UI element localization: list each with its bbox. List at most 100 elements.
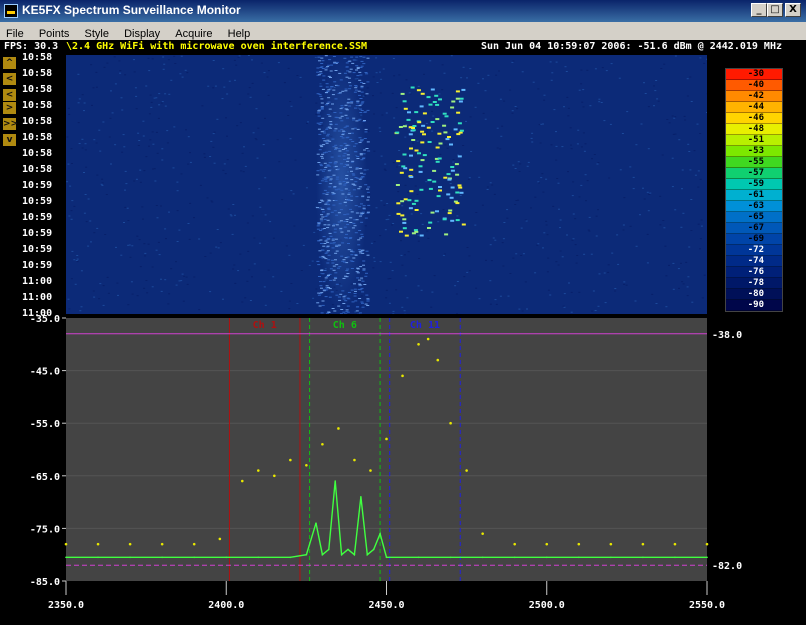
waterfall-band-trace [317, 56, 321, 58]
waterfall-noise [149, 94, 152, 96]
waterfall-noise [514, 106, 517, 107]
waterfall-time-label: 10:59 [22, 260, 53, 271]
waterfall-noise [487, 74, 490, 76]
waterfall-noise [455, 293, 458, 295]
live-trace-point [449, 556, 452, 559]
waterfall-band-trace [348, 82, 352, 84]
waterfall-noise [574, 244, 577, 246]
waterfall-noise [124, 206, 127, 208]
waterfall-noise [151, 58, 154, 60]
y-tick-label: -45.0 [30, 367, 60, 378]
step-forward-button[interactable]: > [3, 102, 16, 114]
waterfall-noise [595, 215, 598, 217]
waterfall-noise [587, 229, 590, 231]
waterfall-noise [209, 156, 212, 157]
waterfall-noise [623, 197, 626, 199]
page-back-button[interactable]: < [3, 73, 16, 85]
page-forward-button[interactable]: >> [3, 118, 18, 130]
waterfall-noise [379, 92, 382, 94]
waterfall-noise [521, 310, 524, 312]
waterfall-band-trace [367, 204, 371, 206]
waterfall-band-trace [333, 163, 337, 165]
microwave-burst [420, 159, 425, 162]
waterfall-noise [575, 262, 578, 264]
waterfall-noise [425, 131, 428, 133]
waterfall-noise [121, 109, 124, 111]
menu-display[interactable]: Display [120, 26, 164, 40]
x-tick-label: 2450.0 [368, 600, 404, 611]
waterfall-noise [100, 183, 103, 185]
waterfall-noise [642, 187, 644, 189]
waterfall-band-trace [359, 108, 363, 110]
waterfall-noise [165, 238, 167, 240]
waterfall-band-trace [345, 62, 349, 64]
microwave-burst [422, 112, 427, 115]
waterfall-band-trace [347, 292, 351, 293]
waterfall-band-trace [345, 237, 348, 239]
waterfall-noise [123, 222, 125, 223]
waterfall-band-trace [321, 60, 325, 62]
waterfall-band-trace [355, 219, 359, 221]
waterfall-band-trace [320, 180, 324, 182]
waterfall-band-trace [322, 236, 326, 238]
waterfall-noise [581, 101, 584, 103]
step-back-button[interactable]: < [3, 89, 16, 101]
waterfall-noise [674, 55, 677, 57]
maximize-button[interactable]: □ [767, 3, 783, 17]
waterfall-noise [95, 71, 98, 73]
waterfall-noise [168, 293, 171, 295]
waterfall-noise [425, 181, 428, 183]
spectrum-graph[interactable]: Ch 1 Ch 6 Ch 11 -35.0-45.0-55.0-65.0-75.0-… [0, 314, 806, 625]
waterfall-band-trace [349, 139, 353, 141]
waterfall-noise [308, 264, 311, 266]
microwave-burst [416, 89, 421, 92]
waterfall-band-trace [327, 224, 331, 226]
waterfall-noise [209, 291, 212, 293]
menu-points[interactable]: Points [35, 26, 74, 40]
waterfall-noise [603, 120, 606, 122]
microwave-burst [457, 184, 462, 187]
legend-level-label: -65 [726, 212, 782, 223]
menu-style[interactable]: Style [81, 26, 113, 40]
waterfall-noise [648, 194, 651, 195]
waterfall-noise [133, 180, 136, 182]
waterfall-noise [660, 68, 663, 69]
live-trace-point [340, 553, 343, 556]
waterfall-noise [160, 102, 163, 104]
minimize-button[interactable]: _ [751, 3, 767, 17]
waterfall-band-trace [350, 102, 354, 104]
waterfall-noise [576, 143, 579, 145]
waterfall-noise [393, 117, 396, 119]
waterfall-display[interactable] [66, 55, 707, 314]
waterfall-noise [131, 245, 134, 247]
waterfall-noise [671, 157, 674, 159]
waterfall-noise [142, 120, 145, 122]
waterfall-noise [75, 260, 78, 261]
scroll-bottom-button[interactable]: v [3, 134, 16, 146]
waterfall-noise [549, 294, 552, 296]
close-button[interactable]: X [785, 3, 801, 17]
waterfall-noise [389, 278, 392, 279]
menu-help[interactable]: Help [224, 26, 255, 40]
microwave-burst [399, 230, 403, 233]
waterfall-noise [288, 300, 291, 302]
waterfall-band-trace [355, 271, 359, 273]
scroll-top-button[interactable]: ^ [3, 57, 16, 69]
waterfall-noise [485, 259, 487, 261]
title-bar[interactable]: KE5FX Spectrum Surveillance Monitor _ □ … [0, 0, 806, 22]
waterfall-noise [234, 282, 237, 284]
menu-acquire[interactable]: Acquire [171, 26, 216, 40]
waterfall-band-trace [341, 242, 345, 244]
waterfall-noise [263, 72, 266, 74]
waterfall-noise [164, 105, 167, 107]
waterfall-band-trace [333, 62, 337, 64]
menu-file[interactable]: File [2, 26, 28, 40]
upper-limit-label: -38.0 [712, 330, 742, 341]
waterfall-noise [439, 153, 442, 155]
waterfall-noise [590, 253, 593, 255]
waterfall-band-trace [334, 98, 338, 100]
waterfall-band-trace [328, 165, 332, 167]
waterfall-band-trace [360, 203, 363, 205]
waterfall-noise [299, 76, 302, 78]
waterfall-band-trace [351, 128, 355, 130]
